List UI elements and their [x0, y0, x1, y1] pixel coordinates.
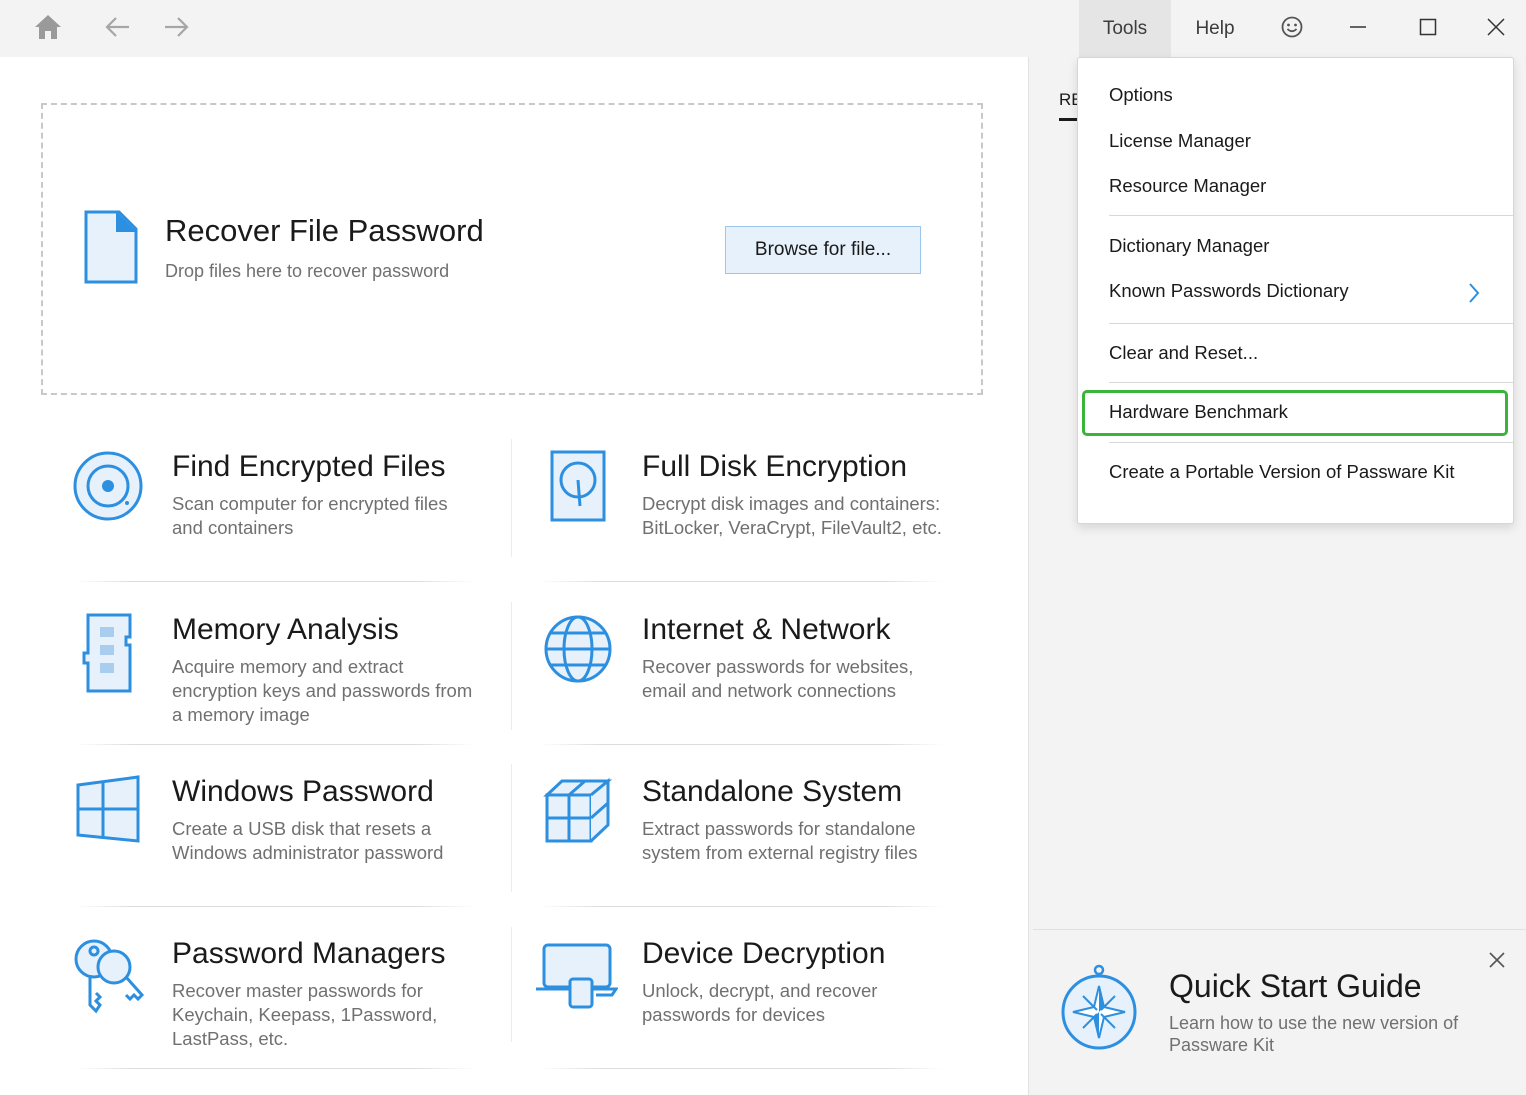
row-divider [75, 581, 475, 582]
laptop-icon [534, 937, 619, 1013]
maximize-icon[interactable] [1411, 10, 1445, 44]
tile-title: Find Encrypted Files [172, 450, 446, 483]
column-divider [511, 927, 512, 1042]
tile-title: Internet & Network [642, 613, 891, 646]
column-divider [511, 439, 512, 557]
row-divider [540, 581, 945, 582]
quick-start-subtitle: Learn how to use the new version of Pass… [1169, 1013, 1459, 1055]
column-divider [511, 602, 512, 730]
main-content: Recover File Password Drop files here to… [0, 57, 1028, 1095]
memory-module-icon [72, 613, 148, 693]
home-icon[interactable] [31, 10, 65, 44]
keys-icon [72, 937, 148, 1014]
hard-disk-icon [542, 450, 618, 526]
cubes-icon [542, 775, 618, 851]
row-divider [75, 1068, 475, 1069]
tile-title: Password Managers [172, 937, 446, 970]
browse-file-button[interactable]: Browse for file... [725, 226, 921, 274]
menu-item-dictionary-manager[interactable]: Dictionary Manager [1109, 235, 1269, 257]
menu-separator [1109, 382, 1513, 383]
menu-item-resource-manager[interactable]: Resource Manager [1109, 175, 1266, 197]
smiley-icon[interactable] [1275, 10, 1309, 44]
tile-description: Acquire memory and extract encryption ke… [172, 656, 473, 725]
row-divider [540, 906, 945, 907]
quick-start-guide-card[interactable]: Quick Start Guide Learn how to use the n… [1033, 929, 1526, 1095]
menu-tools[interactable]: Tools [1079, 0, 1171, 57]
back-arrow-icon[interactable] [100, 10, 134, 44]
close-quick-start-icon[interactable] [1485, 948, 1509, 972]
tile-title: Memory Analysis [172, 613, 399, 646]
menu-item-known-passwords-dictionary[interactable]: Known Passwords Dictionary [1109, 280, 1349, 302]
row-divider [540, 1068, 945, 1069]
document-icon [81, 209, 141, 285]
row-divider [540, 744, 945, 745]
chevron-right-icon [1464, 280, 1484, 306]
disc-search-icon [72, 450, 148, 526]
menu-help-label: Help [1195, 17, 1235, 39]
menu-help[interactable]: Help [1171, 0, 1259, 57]
tile-title: Device Decryption [642, 937, 886, 970]
tile-description: Recover master passwords for Keychain, K… [172, 980, 438, 1049]
tile-description: Scan computer for encrypted files and co… [172, 493, 448, 538]
menu-item-options[interactable]: Options [1109, 84, 1173, 106]
minimize-icon[interactable] [1341, 10, 1375, 44]
tools-dropdown-menu: Options License Manager Resource Manager… [1077, 57, 1514, 524]
tile-description: Extract passwords for standalone system … [642, 818, 918, 863]
tile-description: Decrypt disk images and containers: BitL… [642, 493, 942, 538]
file-drop-zone[interactable]: Recover File Password Drop files here to… [41, 103, 983, 395]
tile-title: Windows Password [172, 775, 434, 808]
recover-file-subtitle: Drop files here to recover password [165, 261, 450, 281]
quick-start-title: Quick Start Guide [1169, 968, 1422, 1004]
column-divider [511, 764, 512, 892]
tile-description: Unlock, decrypt, and recover passwords f… [642, 980, 878, 1025]
menu-separator [1109, 442, 1513, 443]
recover-file-title: Recover File Password [165, 213, 484, 248]
menu-item-license-manager[interactable]: License Manager [1109, 130, 1251, 152]
row-divider [75, 744, 475, 745]
globe-icon [542, 613, 618, 689]
tile-description: Recover passwords for websites, email an… [642, 656, 914, 701]
menu-tools-label: Tools [1102, 17, 1148, 39]
menu-separator [1109, 323, 1513, 324]
menu-separator [1109, 215, 1513, 216]
tile-title: Full Disk Encryption [642, 450, 908, 483]
menu-item-clear-and-reset[interactable]: Clear and Reset... [1109, 342, 1258, 364]
compass-icon [1059, 962, 1139, 1052]
windows-logo-icon [72, 775, 148, 851]
tile-title: Standalone System [642, 775, 903, 808]
row-divider [75, 906, 475, 907]
menu-item-hardware-benchmark[interactable]: Hardware Benchmark [1109, 401, 1288, 423]
tile-description: Create a USB disk that resets a Windows … [172, 818, 444, 863]
forward-arrow-icon[interactable] [160, 10, 194, 44]
menu-item-create-portable-version[interactable]: Create a Portable Version of Passware Ki… [1109, 461, 1455, 483]
title-bar: Tools Help [0, 0, 1526, 57]
close-icon[interactable] [1479, 10, 1513, 44]
